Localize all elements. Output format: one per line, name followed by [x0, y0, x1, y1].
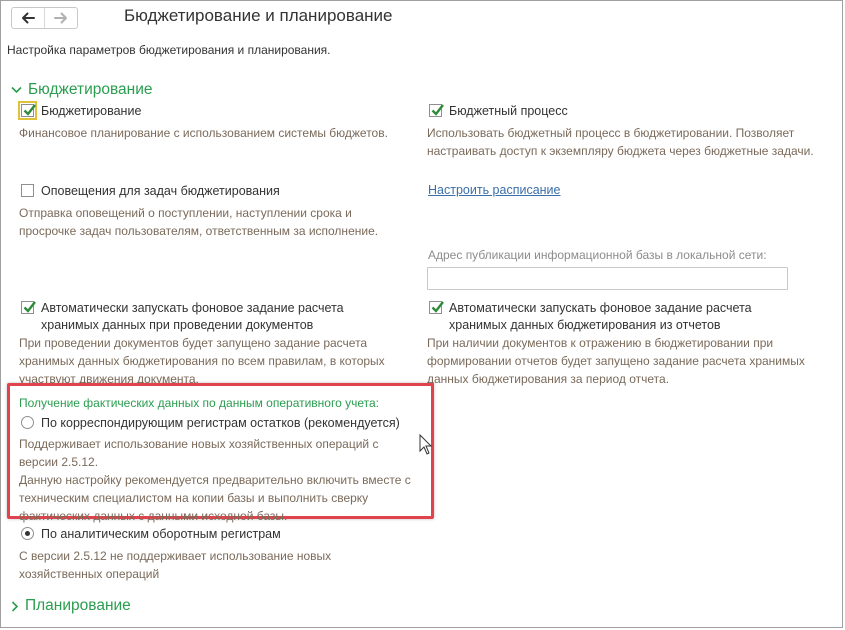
budgeting-desc: Финансовое планирование с использованием… [19, 126, 388, 140]
page-title: Бюджетирование и планирование [124, 6, 393, 25]
section-planning-header[interactable]: Планирование [11, 597, 131, 615]
radio-balances-desc: Поддерживает использование новых хозяйст… [19, 437, 411, 523]
budgeting-label[interactable]: Бюджетирование [41, 103, 141, 119]
auto-reports-checkbox[interactable] [429, 301, 444, 314]
checkmark-icon [431, 301, 444, 313]
arrow-left-icon [22, 12, 35, 24]
auto-reports-label-line1[interactable]: Автоматически запускать фоновое задание … [449, 300, 752, 316]
radio-dot [25, 531, 30, 536]
section-budgeting-header[interactable]: Бюджетирование [11, 81, 153, 99]
budget-process-desc: Использовать бюджетный процесс в бюджети… [427, 126, 814, 158]
section-planning-title: Планирование [25, 597, 131, 614]
back-button[interactable] [12, 8, 44, 28]
auto-reports-desc: При наличии документов к отражению в бюд… [427, 336, 805, 386]
radio-balances-label[interactable]: По корреспондирующим регистрам остатков … [41, 415, 400, 431]
notifications-checkbox[interactable] [21, 184, 34, 197]
budget-process-label[interactable]: Бюджетный процесс [449, 103, 568, 119]
radio-turnovers-label[interactable]: По аналитическим оборотным регистрам [41, 526, 281, 542]
publication-address-input[interactable] [427, 267, 788, 290]
budgeting-checkbox[interactable] [18, 101, 37, 120]
radio-balances[interactable] [21, 416, 34, 429]
notifications-label[interactable]: Оповещения для задач бюджетирования [41, 183, 280, 199]
schedule-link[interactable]: Настроить расписание [428, 183, 561, 197]
auto-reports-label-line2[interactable]: хранимых данных бюджетирования из отчето… [449, 317, 721, 333]
mouse-cursor-icon [419, 434, 433, 455]
auto-docs-checkbox[interactable] [21, 301, 36, 314]
section-budgeting-title: Бюджетирование [28, 81, 153, 98]
radio-turnovers-desc: С версии 2.5.12 не поддерживает использо… [19, 549, 332, 581]
checkmark-icon [431, 104, 444, 116]
checkmark-icon [23, 301, 36, 313]
notifications-desc: Отправка оповещений о поступлении, насту… [19, 206, 379, 238]
auto-docs-label-line2[interactable]: хранимых данных при проведении документо… [41, 317, 313, 333]
arrow-right-icon [54, 12, 67, 24]
actual-data-label: Получение фактических данных по данным о… [19, 396, 379, 410]
page-subtitle: Настройка параметров бюджетирования и пл… [7, 43, 331, 57]
auto-docs-label-line1[interactable]: Автоматически запускать фоновое задание … [41, 300, 344, 316]
forward-button[interactable] [44, 8, 77, 28]
chevron-down-icon [11, 86, 22, 94]
radio-turnovers[interactable] [21, 527, 34, 540]
publication-label: Адрес публикации информационной базы в л… [428, 248, 767, 262]
nav-buttons [11, 7, 78, 29]
auto-docs-desc: При проведении документов будет запущено… [19, 336, 385, 386]
budget-process-checkbox[interactable] [429, 104, 444, 117]
chevron-right-icon [11, 600, 19, 612]
checkmark-icon [23, 104, 36, 116]
